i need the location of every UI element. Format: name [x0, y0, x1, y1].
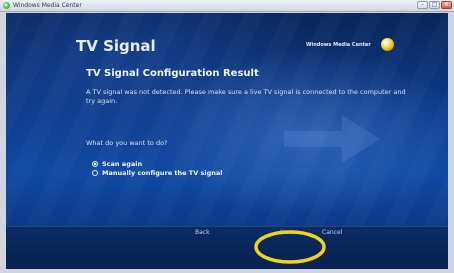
highlight-ellipse-annotation [254, 230, 326, 264]
media-center-icon [3, 2, 10, 9]
brand-label: Windows Media Center [306, 42, 371, 48]
page-title: TV Signal [76, 37, 156, 55]
option-manual-configure[interactable]: Manually configure the TV signal [92, 168, 223, 178]
result-message: A TV signal was not detected. Please mak… [86, 88, 406, 105]
media-center-content: TV Signal Windows Media Center TV Signal… [6, 13, 448, 269]
question-label: What do you want to do? [86, 139, 168, 147]
minimize-button[interactable]: – [417, 1, 428, 9]
title-bar: Windows Media Center – □ × [0, 0, 454, 12]
option-label: Manually configure the TV signal [102, 169, 223, 177]
maximize-button[interactable]: □ [429, 1, 440, 9]
navigation-bar [6, 226, 448, 269]
radio-selected-icon[interactable] [92, 161, 98, 167]
media-center-window: Windows Media Center – □ × TV Signal Win… [0, 0, 454, 273]
window-title: Windows Media Center [13, 2, 82, 9]
window-controls: – □ × [417, 1, 452, 9]
arrow-right-icon [284, 115, 380, 163]
back-button[interactable]: Back [195, 229, 210, 236]
result-heading: TV Signal Configuration Result [86, 68, 259, 79]
close-button[interactable]: × [441, 1, 452, 9]
option-label: Scan again [102, 160, 143, 168]
radio-unselected-icon[interactable] [92, 170, 98, 176]
media-center-logo-icon [381, 38, 394, 51]
